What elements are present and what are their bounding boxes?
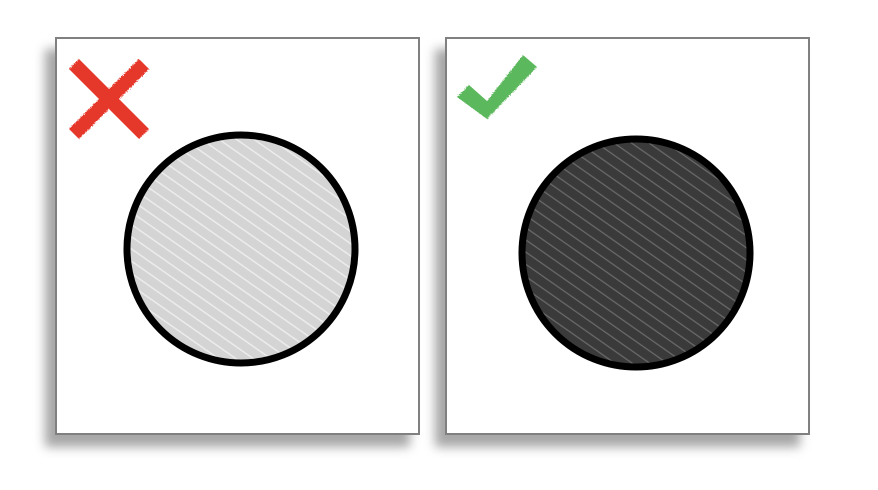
cross-icon [69, 59, 149, 139]
checkmark-icon [457, 55, 537, 119]
panel-correct-example [445, 37, 810, 435]
panel-incorrect-drawing [69, 59, 359, 367]
panel-incorrect-example [55, 37, 420, 435]
panel-correct-drawing [457, 55, 754, 371]
